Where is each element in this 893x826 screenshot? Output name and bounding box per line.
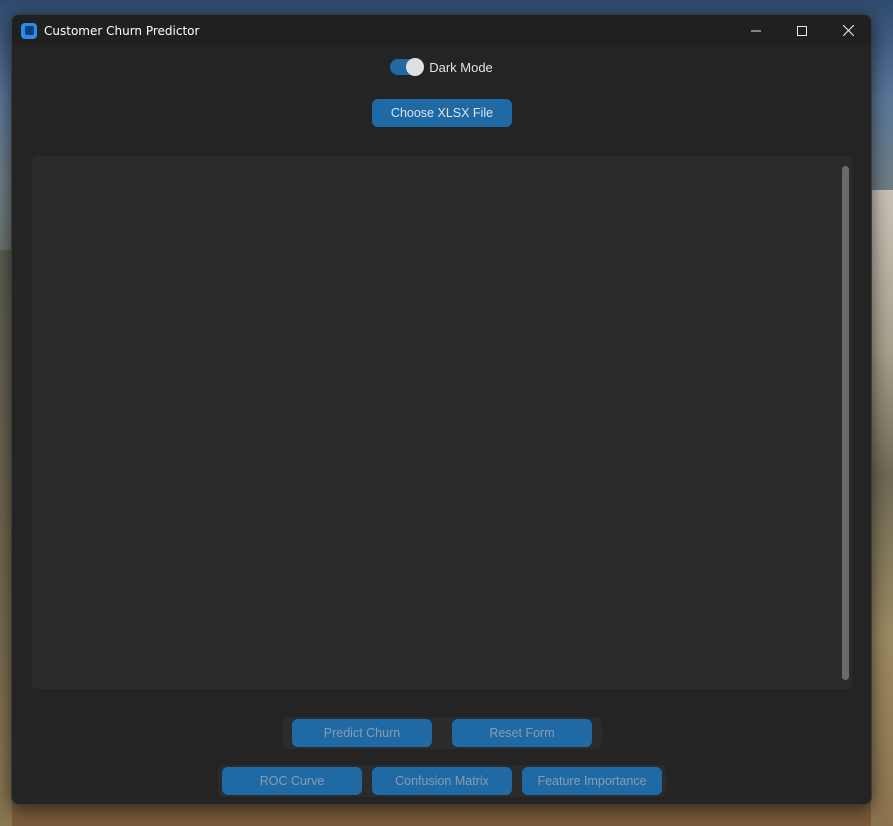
form-scroll-panel — [32, 156, 852, 689]
dark-mode-row: Dark Mode — [12, 58, 871, 76]
window-content: Dark Mode Choose XLSX File Predict Churn… — [12, 46, 871, 804]
maximize-button[interactable] — [779, 15, 825, 46]
close-button[interactable] — [825, 15, 871, 46]
window-title: Customer Churn Predictor — [44, 23, 200, 38]
minimize-icon — [751, 30, 761, 31]
switch-knob — [406, 58, 425, 76]
dark-mode-label: Dark Mode — [429, 59, 493, 75]
app-window: Customer Churn Predictor Dark Mode Choos… — [11, 14, 872, 805]
reset-form-button[interactable]: Reset Form — [452, 719, 592, 747]
feature-importance-button[interactable]: Feature Importance — [522, 767, 662, 795]
roc-curve-button[interactable]: ROC Curve — [222, 767, 362, 795]
maximize-icon — [797, 25, 807, 36]
desktop-background-right — [871, 190, 893, 826]
predict-churn-button[interactable]: Predict Churn — [292, 719, 432, 747]
scrollbar[interactable] — [842, 166, 849, 680]
app-icon — [21, 22, 37, 39]
confusion-matrix-button[interactable]: Confusion Matrix — [372, 767, 512, 795]
close-icon — [842, 25, 854, 36]
title-bar: Customer Churn Predictor — [12, 15, 871, 46]
choose-file-button[interactable]: Choose XLSX File — [372, 99, 512, 127]
minimize-button[interactable] — [733, 15, 779, 46]
dark-mode-switch[interactable] — [390, 58, 425, 76]
